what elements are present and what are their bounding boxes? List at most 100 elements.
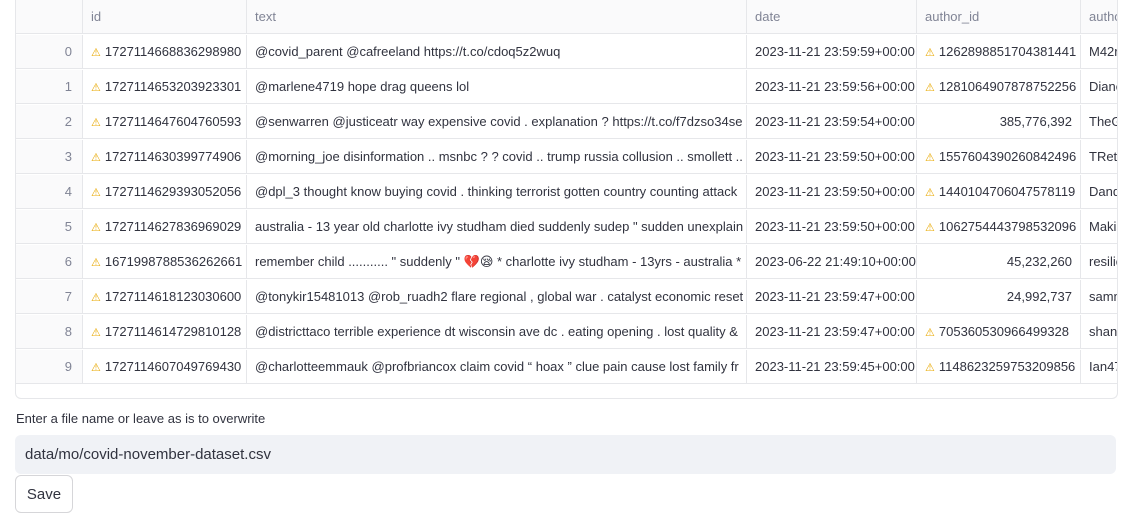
save-button[interactable]: Save (15, 475, 73, 513)
cell-text[interactable]: @dpl_3 thought know buying covid . think… (247, 175, 747, 209)
cell-value: sammy (1089, 289, 1117, 304)
cell-author-id[interactable]: 385,776,392 (917, 105, 1081, 139)
cell-value: 1671998788536262661 (104, 254, 243, 269)
data-grid[interactable]: id text date author_id author_ 0⚠1727114… (15, 0, 1118, 399)
cell-author-name[interactable]: Dandip (1081, 175, 1117, 209)
grid-header-row: id text date author_id author_ (16, 0, 1117, 35)
header-text[interactable]: text (247, 0, 747, 34)
cell-author-name[interactable]: DianeF (1081, 70, 1117, 104)
table-row[interactable]: 9 ⚠ 1727114607049769430 @charlotteemmauk @p… (16, 350, 1117, 385)
cell-value: 2023-11-21 23:59:59+00:00 (755, 44, 915, 59)
table-row[interactable]: 6 ⚠ 1671998788536262661 remember child ....… (16, 245, 1117, 280)
table-row[interactable]: 0 ⚠ 1727114668836298980 @covid_parent @cafr… (16, 35, 1117, 70)
cell-value: Ian4714 (1089, 359, 1117, 374)
cell-id[interactable]: ⚠ 1727114668836298980 (83, 35, 247, 69)
cell-author-name[interactable]: TheGre (1081, 105, 1117, 139)
cell-value: MakisM (1089, 219, 1117, 234)
cell-value: TRet18 (1089, 149, 1118, 164)
table-row[interactable]: 5 ⚠ 1727114627836969029 australia - 13 year… (16, 210, 1117, 245)
header-author-id[interactable]: author_id (917, 0, 1081, 34)
table-row[interactable]: 7 ⚠ 1727114618123030600 @tonykir15481013 @r… (16, 280, 1117, 315)
row-index: 6 (16, 245, 83, 279)
warning-icon: ⚠ (925, 222, 935, 234)
cell-text[interactable]: @charlotteemmauk @profbriancox claim cov… (247, 350, 747, 384)
cell-id[interactable]: ⚠ 1727114627836969029 (83, 210, 247, 244)
cell-value: @senwarren @justiceatr way expensive cov… (255, 114, 743, 129)
cell-id[interactable]: ⚠ 1727114618123030600 (83, 280, 247, 314)
cell-author-name[interactable]: shanlei (1081, 315, 1118, 349)
warning-icon: ⚠ (91, 117, 101, 129)
cell-author-name[interactable]: MakisM (1081, 210, 1117, 244)
cell-value: australia - 13 year old charlotte ivy st… (255, 219, 744, 234)
row-index: 7 (16, 280, 83, 314)
cell-id[interactable]: ⚠ 1727114653203923301 (83, 70, 247, 104)
header-date[interactable]: date (747, 0, 917, 34)
header-author-name[interactable]: author_ (1081, 0, 1117, 34)
table-row[interactable]: 1 ⚠ 1727114653203923301 @marlene4719 hope d… (16, 70, 1117, 105)
cell-author-id[interactable]: ⚠ 1148623259753209856 (917, 350, 1081, 384)
cell-value: 1727114668836298980 (104, 44, 242, 59)
cell-author-id[interactable]: ⚠ 1281064907878752256 (917, 70, 1081, 104)
cell-text[interactable]: @covid_parent @cafreeland https://t.co/c… (247, 35, 747, 69)
warning-icon: ⚠ (925, 152, 935, 164)
warning-icon: ⚠ (91, 152, 101, 164)
cell-author-id[interactable]: ⚠ 1557604390260842496 (917, 140, 1081, 174)
table-row[interactable]: 2 ⚠ 1727114647604760593 @senwarren @justice… (16, 105, 1117, 140)
cell-value: @morning_joe disinformation .. msnbc ? ?… (255, 149, 743, 164)
cell-text[interactable]: australia - 13 year old charlotte ivy st… (247, 210, 747, 244)
cell-value: 385,776,392 (999, 114, 1072, 129)
cell-author-id[interactable]: ⚠ 1440104706047578119 (917, 175, 1081, 209)
cell-date[interactable]: 2023-11-21 23:59:56+00:00 (747, 70, 917, 104)
cell-date[interactable]: 2023-11-21 23:59:47+00:00 (747, 280, 917, 314)
cell-value: 2023-11-21 23:59:45+00:00 (755, 359, 915, 374)
cell-author-id[interactable]: 45,232,260 (917, 245, 1081, 279)
cell-text[interactable]: @senwarren @justiceatr way expensive cov… (247, 105, 747, 139)
cell-value: 2023-11-21 23:59:47+00:00 (755, 289, 915, 304)
warning-icon: ⚠ (91, 47, 101, 59)
cell-value: shanlei (1089, 324, 1118, 339)
cell-author-name[interactable]: TRet18 (1081, 140, 1118, 174)
cell-value: 1727114647604760593 (104, 114, 242, 129)
cell-id[interactable]: ⚠ 1727114614729810128 (83, 315, 247, 349)
cell-value: 1062754443798532096 (938, 219, 1077, 234)
cell-text[interactable]: remember child ........... " suddenly " … (247, 245, 747, 279)
cell-author-name[interactable]: M42ra6 (1081, 35, 1117, 69)
cell-id[interactable]: ⚠ 1727114629393052056 (83, 175, 247, 209)
cell-author-id[interactable]: ⚠ 705360530966499328 (917, 315, 1081, 349)
cell-author-id[interactable]: 24,992,737 (917, 280, 1081, 314)
cell-date[interactable]: 2023-11-21 23:59:50+00:00 (747, 140, 917, 174)
table-row[interactable]: 8 ⚠ 1727114614729810128 @districttaco terri… (16, 315, 1117, 350)
cell-date[interactable]: 2023-11-21 23:59:45+00:00 (747, 350, 917, 384)
cell-value: 1148623259753209856 (938, 359, 1076, 374)
cell-id[interactable]: ⚠ 1727114630399774906 (83, 140, 247, 174)
cell-id[interactable]: ⚠ 1671998788536262661 (83, 245, 247, 279)
table-row[interactable]: 3 ⚠ 1727114630399774906 @morning_joe disinf… (16, 140, 1117, 175)
header-index (16, 0, 83, 34)
file-name-input[interactable] (15, 435, 1116, 474)
cell-date[interactable]: 2023-11-21 23:59:54+00:00 (747, 105, 917, 139)
cell-date[interactable]: 2023-06-22 21:49:10+00:00 (747, 245, 917, 279)
cell-text[interactable]: @marlene4719 hope drag queens lol (247, 70, 747, 104)
cell-author-id[interactable]: ⚠ 1062754443798532096 (917, 210, 1081, 244)
cell-text[interactable]: @morning_joe disinformation .. msnbc ? ?… (247, 140, 747, 174)
cell-id[interactable]: ⚠ 1727114607049769430 (83, 350, 247, 384)
cell-date[interactable]: 2023-11-21 23:59:59+00:00 (747, 35, 917, 69)
header-id[interactable]: id (83, 0, 247, 34)
row-index: 5 (16, 210, 83, 244)
table-row[interactable]: 4 ⚠ 1727114629393052056 @dpl_3 thought know… (16, 175, 1117, 210)
warning-icon: ⚠ (91, 82, 101, 94)
cell-author-name[interactable]: sammy (1081, 280, 1117, 314)
warning-icon: ⚠ (91, 292, 101, 304)
cell-date[interactable]: 2023-11-21 23:59:50+00:00 (747, 175, 917, 209)
cell-date[interactable]: 2023-11-21 23:59:50+00:00 (747, 210, 917, 244)
cell-author-id[interactable]: ⚠ 1262898851704381441 (917, 35, 1081, 69)
cell-author-name[interactable]: resilien (1081, 245, 1117, 279)
cell-id[interactable]: ⚠ 1727114647604760593 (83, 105, 247, 139)
cell-value: 1262898851704381441 (938, 44, 1077, 59)
cell-date[interactable]: 2023-11-21 23:59:47+00:00 (747, 315, 917, 349)
row-index: 1 (16, 70, 83, 104)
cell-author-name[interactable]: Ian4714 (1081, 350, 1117, 384)
cell-text[interactable]: @tonykir15481013 @rob_ruadh2 flare regio… (247, 280, 747, 314)
cell-text[interactable]: @districttaco terrible experience dt wis… (247, 315, 747, 349)
warning-icon: ⚠ (925, 187, 935, 199)
